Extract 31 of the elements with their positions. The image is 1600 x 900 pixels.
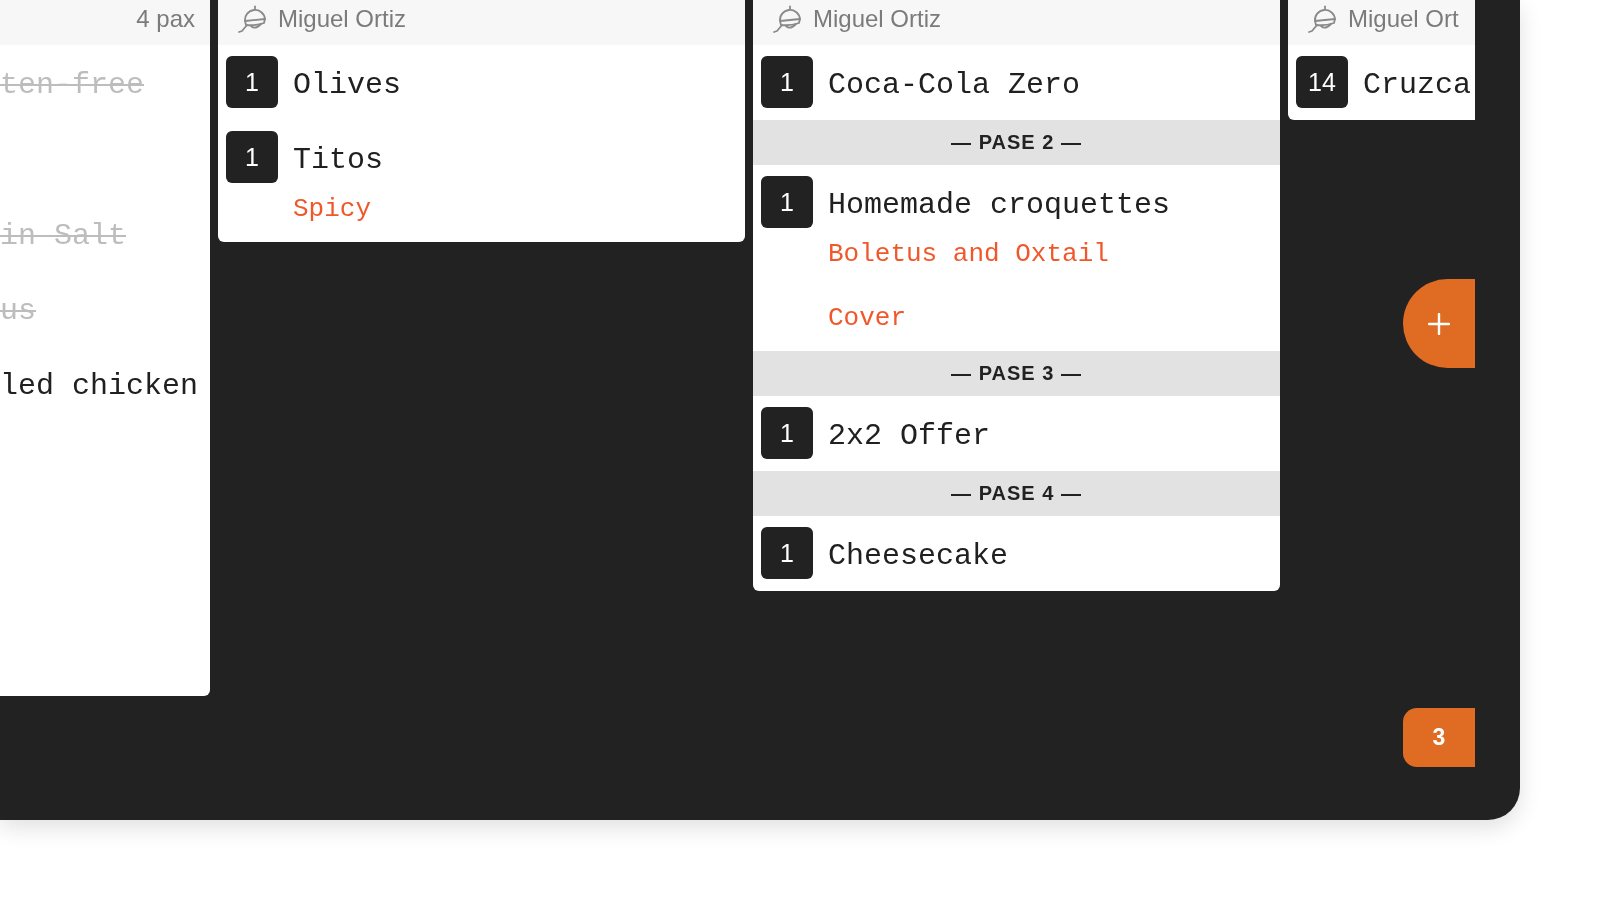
item-name: 2x2 Offer (828, 418, 991, 454)
item-name: Homemade croquettes (828, 187, 1171, 223)
waiter-name: Miguel Ortiz (813, 4, 942, 33)
item-name: ten-free (0, 67, 145, 103)
waiter-name: Miguel Ort (1348, 4, 1459, 33)
item-name: Coca-Cola Zero (828, 67, 1081, 103)
quantity-badge: 1 (761, 56, 813, 108)
helmet-icon (1307, 3, 1338, 34)
quantity-badge: 1 (761, 407, 813, 459)
quantity-badge: 14 (1296, 56, 1348, 108)
item-modifier: Cover (828, 302, 906, 335)
item-modifier: Boletus and Oxtail (828, 238, 1109, 271)
quantity-badge: 1 (226, 131, 278, 183)
helmet-icon (237, 3, 268, 34)
quantity-badge: 1 (761, 527, 813, 579)
item-modifier: Spicy (293, 193, 371, 226)
waiter-name: Miguel Ortiz (278, 4, 407, 33)
guest-count: 4 pax (136, 4, 195, 33)
add-button[interactable] (1403, 279, 1475, 368)
item-name: Titos (293, 142, 383, 178)
ticket-counter[interactable]: 3 (1403, 708, 1475, 767)
helmet-icon (772, 3, 803, 34)
quantity-badge: 1 (761, 176, 813, 228)
item-name: led chicken (0, 368, 199, 404)
quantity-badge: 1 (226, 56, 278, 108)
item-name: Cheesecake (828, 538, 1009, 574)
item-name: Cruzca (1363, 67, 1472, 103)
item-name: us (0, 293, 36, 329)
item-name: Olives (293, 67, 402, 103)
plus-icon (1428, 312, 1450, 335)
item-name: in Salt (0, 218, 127, 254)
